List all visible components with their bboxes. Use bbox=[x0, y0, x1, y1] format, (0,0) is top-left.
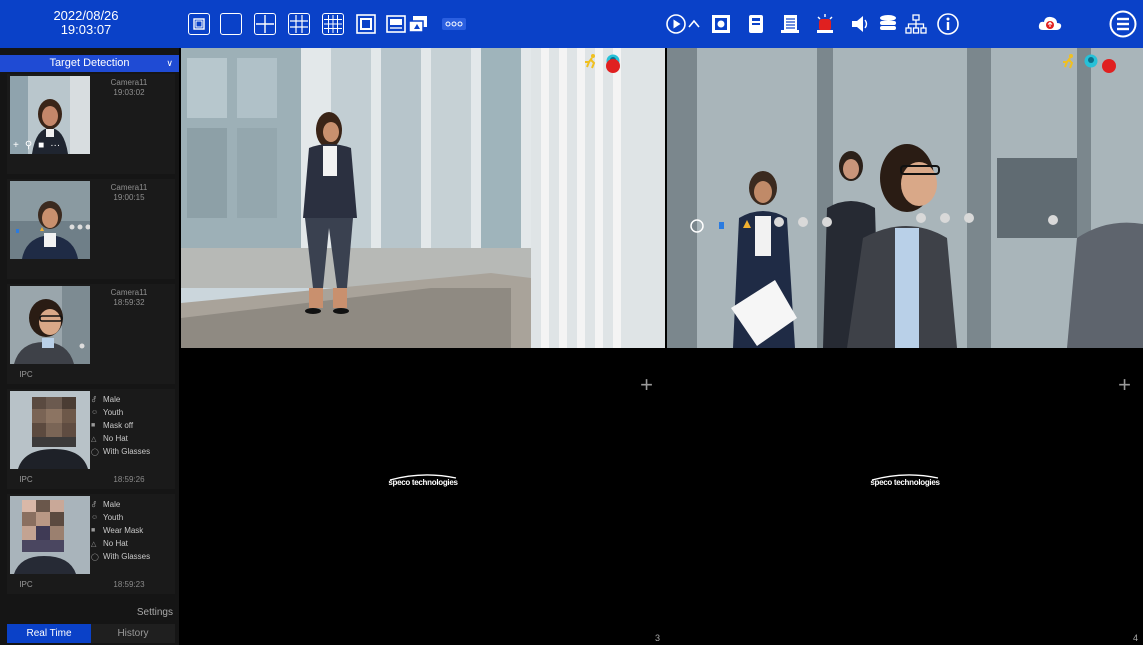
info-icon[interactable] bbox=[936, 11, 960, 37]
sequence-button[interactable] bbox=[384, 11, 408, 37]
search-icon[interactable]: ⚲ bbox=[25, 140, 32, 151]
detection-card[interactable]: ⚦ Male ☺ Youth ■ Mask off △ No Hat ◯ With Gla… bbox=[7, 389, 175, 489]
attr-age: Youth bbox=[103, 513, 124, 522]
1-split-button[interactable] bbox=[220, 13, 242, 35]
target-detection-panel: Target Detection ∨ Camera11 19:03:02 + ⚲ … bbox=[0, 48, 179, 645]
video-icon[interactable]: ■ bbox=[38, 140, 44, 151]
datetime-display: 2022/08/26 19:03:07 bbox=[0, 0, 172, 48]
snapshot-icon[interactable] bbox=[709, 11, 733, 37]
mask-icon: ■ bbox=[91, 422, 96, 429]
attr-glasses: With Glasses bbox=[103, 447, 151, 456]
menu-icon[interactable] bbox=[1108, 9, 1138, 39]
channel-number: 3 bbox=[654, 633, 660, 643]
top-toolbar: 2022/08/26 19:03:07 bbox=[0, 0, 1143, 48]
camera-name: Camera11 bbox=[110, 288, 148, 297]
face-thumbnail-blurred[interactable] bbox=[10, 391, 90, 469]
panel-header[interactable]: Target Detection ∨ bbox=[0, 55, 179, 72]
panel-tabs: Real Time History bbox=[7, 624, 175, 643]
face-thumbnail-blurred[interactable] bbox=[10, 496, 90, 574]
thumbnail-toolbar: + ⚲ ■ ··· bbox=[13, 140, 60, 151]
date-text: 2022/08/26 bbox=[53, 8, 119, 23]
source-label: IPC bbox=[19, 580, 33, 589]
age-icon: ☺ bbox=[91, 514, 99, 521]
more-layouts-button[interactable] bbox=[440, 11, 468, 37]
attr-hat: No Hat bbox=[103, 539, 128, 548]
add-camera-icon[interactable]: + bbox=[640, 374, 653, 396]
settings-link[interactable]: Settings bbox=[137, 607, 173, 618]
audio-icon[interactable] bbox=[848, 11, 872, 37]
video-channel-2[interactable] bbox=[667, 48, 1143, 348]
video-channel-4[interactable]: + speco technologies 4 bbox=[667, 350, 1143, 645]
tab-realtime[interactable]: Real Time bbox=[7, 624, 91, 643]
video-channel-1[interactable] bbox=[181, 48, 665, 348]
record-indicator-icon bbox=[1102, 59, 1116, 73]
source-label: IPC bbox=[19, 370, 33, 379]
chevron-down-icon[interactable]: ∨ bbox=[166, 55, 173, 72]
time-text: 19:03:07 bbox=[60, 22, 112, 37]
gender-icon: ⚦ bbox=[91, 396, 97, 404]
single-view-button[interactable] bbox=[188, 13, 210, 35]
detection-card[interactable]: ⚦ Male ☺ Youth ■ Wear Mask △ No Hat ◯ With Gl… bbox=[7, 494, 175, 594]
face-thumbnail[interactable] bbox=[10, 181, 90, 259]
channel-status-icons bbox=[1061, 53, 1099, 69]
live-video-feed bbox=[667, 48, 1143, 348]
hat-icon: △ bbox=[91, 540, 97, 548]
attr-mask: Wear Mask bbox=[103, 526, 144, 535]
capture-time: 19:03:02 bbox=[113, 88, 145, 97]
source-label: IPC bbox=[19, 475, 33, 484]
camera-name: Camera11 bbox=[110, 183, 148, 192]
attribute-list: ⚦ Male ☺ Youth ■ Wear Mask △ No Hat ◯ With Gl… bbox=[91, 498, 171, 563]
motion-detection-icon bbox=[585, 54, 596, 69]
attr-age: Youth bbox=[103, 408, 124, 417]
panel-title: Target Detection bbox=[49, 57, 130, 69]
face-thumbnail[interactable] bbox=[10, 286, 90, 364]
detection-card[interactable]: Camera11 19:00:15 bbox=[7, 179, 175, 279]
capture-time: 18:59:23 bbox=[113, 580, 145, 589]
record-indicator-icon bbox=[606, 59, 620, 73]
disk-icon[interactable] bbox=[876, 11, 900, 37]
camera-name: Camera11 bbox=[110, 78, 148, 87]
network-icon[interactable] bbox=[904, 11, 928, 37]
glasses-icon: ◯ bbox=[91, 448, 99, 456]
age-icon: ☺ bbox=[91, 409, 99, 416]
hat-icon: △ bbox=[91, 435, 97, 443]
search-icon[interactable] bbox=[778, 11, 802, 37]
add-icon[interactable]: + bbox=[13, 140, 19, 151]
tab-history[interactable]: History bbox=[91, 624, 175, 643]
4-split-button[interactable] bbox=[254, 13, 276, 35]
capture-time: 18:59:32 bbox=[113, 298, 145, 307]
attribute-list: ⚦ Male ☺ Youth ■ Mask off △ No Hat ◯ With Gla… bbox=[91, 393, 171, 458]
glasses-icon: ◯ bbox=[91, 553, 99, 561]
video-channel-3[interactable]: + speco technologies 3 bbox=[181, 350, 665, 645]
motion-detection-icon bbox=[1063, 54, 1074, 69]
channel-number: 4 bbox=[1132, 633, 1138, 643]
attr-glasses: With Glasses bbox=[103, 552, 151, 561]
capture-time: 18:59:26 bbox=[113, 475, 145, 484]
9-split-button[interactable] bbox=[288, 13, 310, 35]
attr-gender: Male bbox=[103, 395, 121, 404]
multi-screen-button[interactable] bbox=[406, 11, 430, 37]
gender-icon: ⚦ bbox=[91, 501, 97, 509]
custom-split-button[interactable] bbox=[354, 11, 378, 37]
alarm-icon[interactable] bbox=[813, 11, 837, 37]
brand-logo: speco technologies bbox=[870, 478, 940, 487]
attr-mask: Mask off bbox=[103, 421, 134, 430]
16-split-button[interactable] bbox=[322, 13, 344, 35]
add-camera-icon[interactable]: + bbox=[1118, 374, 1131, 396]
detection-card[interactable]: Camera11 18:59:32 IPC bbox=[7, 284, 175, 384]
cloud-upgrade-icon[interactable] bbox=[1036, 11, 1064, 37]
attr-gender: Male bbox=[103, 500, 121, 509]
mask-icon: ■ bbox=[91, 527, 96, 534]
brand-logo: speco technologies bbox=[388, 478, 458, 487]
detection-card[interactable]: Camera11 19:03:02 + ⚲ ■ ··· bbox=[7, 74, 175, 174]
live-video-feed bbox=[181, 48, 665, 348]
more-icon[interactable]: ··· bbox=[50, 140, 60, 151]
capture-time: 19:00:15 bbox=[113, 193, 145, 202]
manual-record-icon[interactable] bbox=[744, 11, 768, 37]
face-detection-icon bbox=[1084, 54, 1098, 68]
chevron-up-icon[interactable] bbox=[685, 11, 703, 37]
attr-hat: No Hat bbox=[103, 434, 128, 443]
